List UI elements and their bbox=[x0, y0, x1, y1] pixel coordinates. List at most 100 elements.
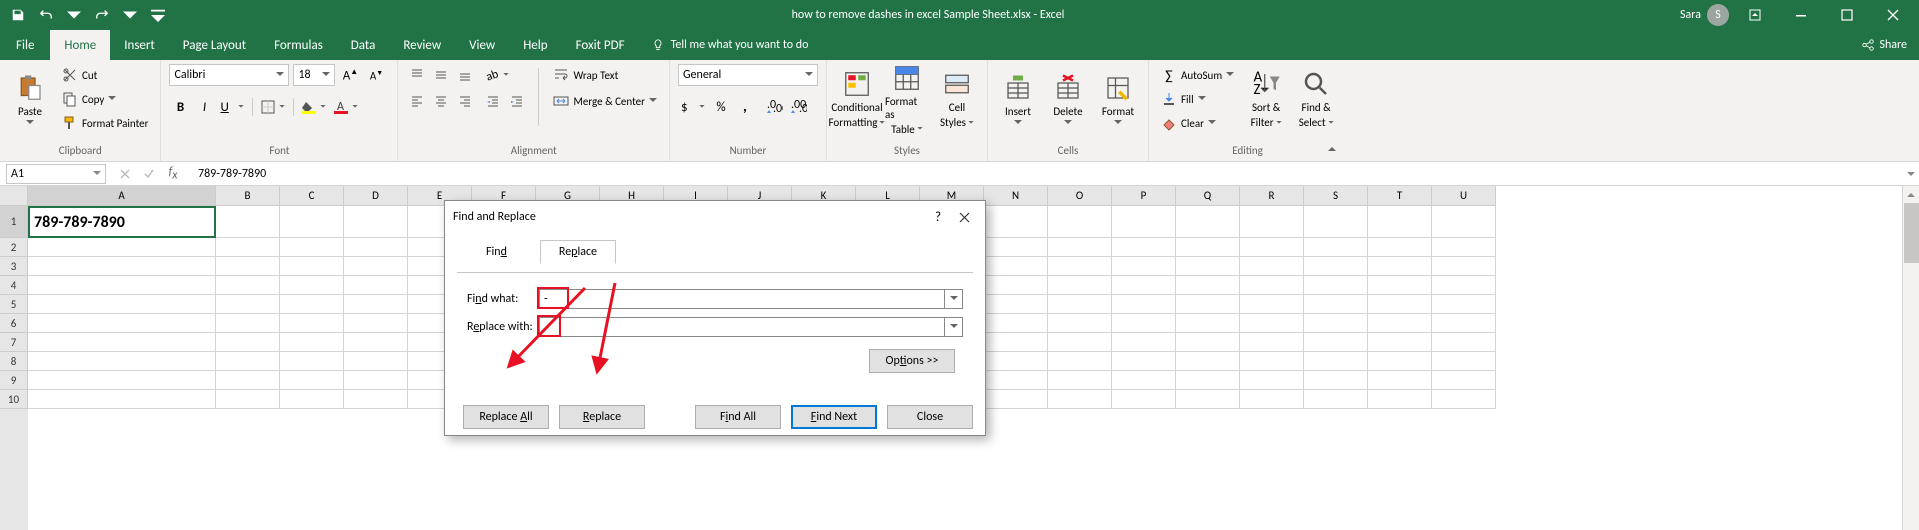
redo-button[interactable] bbox=[90, 3, 114, 27]
font-name-combo[interactable]: Calibri bbox=[169, 64, 289, 86]
cell[interactable] bbox=[1048, 276, 1112, 295]
cell[interactable] bbox=[28, 276, 216, 295]
cell[interactable] bbox=[1240, 352, 1304, 371]
cell[interactable] bbox=[1048, 352, 1112, 371]
underline-button[interactable]: U bbox=[217, 96, 247, 118]
align-center-button[interactable] bbox=[430, 90, 452, 112]
cell[interactable] bbox=[1304, 314, 1368, 333]
cell[interactable] bbox=[1432, 390, 1496, 409]
row-header[interactable]: 1 bbox=[0, 206, 28, 238]
font-size-combo[interactable]: 18 bbox=[293, 64, 335, 86]
format-cells-button[interactable]: Format bbox=[1096, 64, 1140, 134]
increase-indent-button[interactable] bbox=[506, 90, 528, 112]
align-right-button[interactable] bbox=[454, 90, 476, 112]
formula-input[interactable]: 789-789-7890 bbox=[192, 164, 1902, 184]
cell[interactable] bbox=[216, 295, 280, 314]
cancel-formula-button[interactable] bbox=[114, 164, 136, 184]
share-button[interactable]: Share bbox=[1861, 30, 1919, 60]
tab-foxit[interactable]: Foxit PDF bbox=[562, 30, 639, 60]
col-header[interactable]: D bbox=[344, 186, 408, 206]
cell[interactable] bbox=[1240, 333, 1304, 352]
cell[interactable] bbox=[984, 206, 1048, 238]
cell[interactable] bbox=[1176, 371, 1240, 390]
cell[interactable] bbox=[984, 276, 1048, 295]
cell[interactable] bbox=[344, 314, 408, 333]
cell[interactable] bbox=[280, 390, 344, 409]
cell[interactable] bbox=[1048, 333, 1112, 352]
replace-all-button[interactable]: Replace All bbox=[463, 405, 549, 429]
cell[interactable] bbox=[1048, 390, 1112, 409]
cell[interactable] bbox=[1432, 314, 1496, 333]
increase-decimal-button[interactable]: .0.00 bbox=[764, 96, 786, 118]
scroll-thumb[interactable] bbox=[1904, 203, 1919, 263]
sort-filter-button[interactable]: AZ Sort & Filter bbox=[1244, 64, 1288, 134]
cell[interactable] bbox=[1112, 295, 1176, 314]
dialog-help-button[interactable]: ? bbox=[925, 207, 951, 227]
cell[interactable] bbox=[1304, 295, 1368, 314]
row-header[interactable]: 4 bbox=[0, 276, 28, 295]
find-what-input[interactable] bbox=[539, 289, 945, 309]
col-header[interactable]: O bbox=[1048, 186, 1112, 206]
cell[interactable] bbox=[1048, 238, 1112, 257]
cell[interactable] bbox=[280, 333, 344, 352]
cell[interactable] bbox=[1432, 333, 1496, 352]
undo-button[interactable] bbox=[34, 3, 58, 27]
autosum-button[interactable]: ∑ AutoSum bbox=[1157, 64, 1238, 86]
cell[interactable] bbox=[344, 276, 408, 295]
qat-dropdown-1[interactable] bbox=[62, 3, 86, 27]
conditional-formatting-button[interactable]: Conditional Formatting bbox=[835, 64, 879, 134]
cell[interactable] bbox=[28, 314, 216, 333]
cell[interactable] bbox=[1432, 276, 1496, 295]
cell[interactable] bbox=[1368, 352, 1432, 371]
tab-view[interactable]: View bbox=[455, 30, 509, 60]
cell[interactable] bbox=[1368, 314, 1432, 333]
avatar[interactable]: S bbox=[1707, 4, 1729, 26]
cell[interactable] bbox=[216, 206, 280, 238]
cell[interactable] bbox=[984, 295, 1048, 314]
find-next-button[interactable]: Find Next bbox=[791, 405, 877, 429]
cell[interactable] bbox=[1368, 206, 1432, 238]
find-all-button[interactable]: Find All bbox=[695, 405, 781, 429]
replace-with-dropdown[interactable] bbox=[945, 317, 963, 337]
cell[interactable] bbox=[1112, 390, 1176, 409]
col-header[interactable]: Q bbox=[1176, 186, 1240, 206]
cell[interactable] bbox=[1240, 257, 1304, 276]
tab-file[interactable]: File bbox=[0, 30, 50, 60]
cell[interactable] bbox=[344, 390, 408, 409]
borders-button[interactable] bbox=[258, 96, 288, 118]
cell[interactable] bbox=[984, 371, 1048, 390]
bold-button[interactable]: B bbox=[169, 96, 191, 118]
cell[interactable] bbox=[1240, 238, 1304, 257]
minimize-button[interactable] bbox=[1781, 1, 1821, 29]
insert-function-button[interactable]: fx bbox=[162, 164, 184, 184]
cell[interactable] bbox=[1048, 371, 1112, 390]
close-dialog-button[interactable]: Close bbox=[887, 405, 973, 429]
cell[interactable] bbox=[984, 238, 1048, 257]
percent-button[interactable]: % bbox=[710, 96, 732, 118]
vertical-scrollbar[interactable] bbox=[1902, 186, 1919, 530]
copy-button[interactable]: Copy bbox=[58, 88, 152, 110]
tab-review[interactable]: Review bbox=[389, 30, 455, 60]
cell[interactable] bbox=[216, 371, 280, 390]
cell[interactable] bbox=[1368, 257, 1432, 276]
col-header[interactable]: B bbox=[216, 186, 280, 206]
row-header[interactable]: 8 bbox=[0, 352, 28, 371]
cell[interactable] bbox=[1176, 352, 1240, 371]
orientation-button[interactable]: ab bbox=[482, 64, 512, 86]
formula-bar-expand[interactable] bbox=[1902, 170, 1919, 178]
replace-button[interactable]: Replace bbox=[559, 405, 645, 429]
collapse-ribbon-button[interactable] bbox=[1324, 141, 1340, 157]
tab-data[interactable]: Data bbox=[337, 30, 390, 60]
namebox[interactable]: A1 bbox=[6, 164, 106, 184]
fill-button[interactable]: Fill bbox=[1157, 88, 1238, 110]
cell[interactable] bbox=[1432, 206, 1496, 238]
cell[interactable] bbox=[1048, 206, 1112, 238]
cell[interactable] bbox=[344, 352, 408, 371]
cell[interactable] bbox=[344, 206, 408, 238]
cell[interactable] bbox=[280, 352, 344, 371]
decrease-font-button[interactable]: A▼ bbox=[365, 64, 387, 86]
cell[interactable] bbox=[1112, 238, 1176, 257]
cell[interactable] bbox=[280, 371, 344, 390]
qat-dropdown-2[interactable] bbox=[118, 3, 142, 27]
cell[interactable] bbox=[1176, 206, 1240, 238]
